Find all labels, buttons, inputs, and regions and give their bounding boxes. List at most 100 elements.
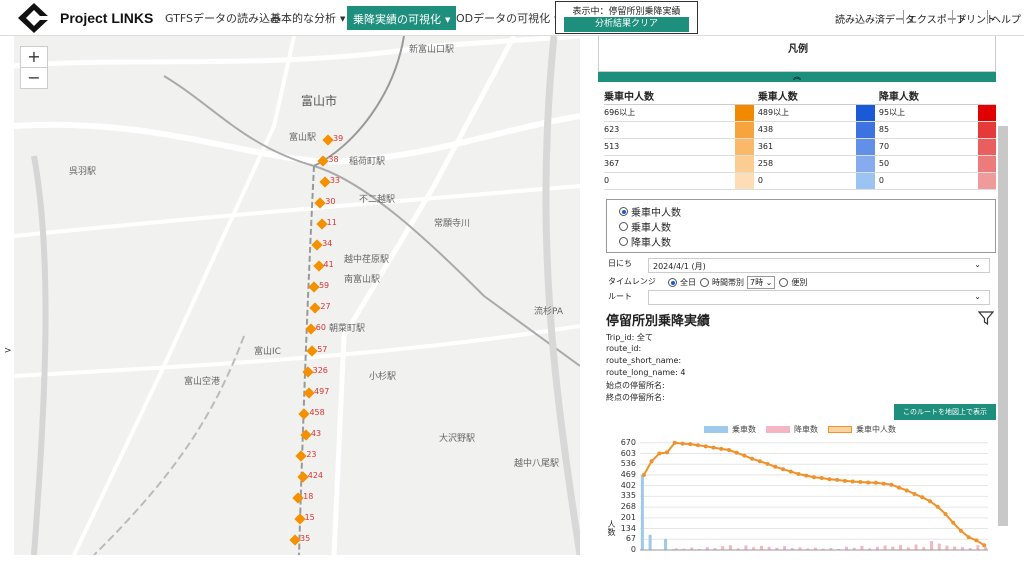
bar-alight[interactable] xyxy=(953,546,957,550)
point-on-board[interactable] xyxy=(873,480,878,485)
bar-alight[interactable] xyxy=(860,545,864,550)
point-on-board[interactable] xyxy=(781,467,786,472)
bar-board[interactable] xyxy=(640,474,644,550)
chevron-right-icon[interactable]: > xyxy=(4,346,12,356)
point-on-board[interactable] xyxy=(711,445,716,450)
point-on-board[interactable] xyxy=(881,481,886,486)
point-on-board[interactable] xyxy=(688,442,693,447)
print-link[interactable]: プリント xyxy=(956,11,996,26)
route-select[interactable]: ⌄ xyxy=(648,290,990,305)
point-on-board[interactable] xyxy=(842,478,847,483)
timerange-trip[interactable]: 便別 xyxy=(791,277,807,288)
point-on-board[interactable] xyxy=(649,459,654,464)
radio-option-board[interactable]: 乗車人数 xyxy=(619,219,983,234)
point-on-board[interactable] xyxy=(982,543,987,548)
point-on-board[interactable] xyxy=(827,477,832,482)
point-on-board[interactable] xyxy=(703,444,708,449)
zoom-in-button[interactable]: + xyxy=(20,46,48,68)
panel-scrollbar[interactable] xyxy=(998,126,1008,526)
bar-alight[interactable] xyxy=(883,545,887,550)
bar-alight[interactable] xyxy=(728,545,732,550)
nav-basic-analysis[interactable]: 基本的な分析 ▼ xyxy=(270,10,345,26)
trip-id-text: Trip_id: 全て xyxy=(606,333,653,342)
nav-ridership-visualization[interactable]: 乗降実績の可視化 ▼ xyxy=(347,6,457,30)
point-on-board[interactable] xyxy=(928,499,932,504)
point-on-board[interactable] xyxy=(920,495,925,500)
show-route-on-map-button[interactable]: このルートを地図上で表示 xyxy=(894,404,996,420)
bar-board[interactable] xyxy=(664,538,668,550)
nav-od-visualization[interactable]: ODデータの可視化▼ xyxy=(456,10,560,26)
bus-stop-label: 23 xyxy=(306,449,317,459)
point-on-board[interactable] xyxy=(935,504,940,509)
point-on-board[interactable] xyxy=(904,488,909,493)
legend-row: 623 438 85 xyxy=(604,121,996,139)
point-on-board[interactable] xyxy=(966,535,971,540)
point-on-board[interactable] xyxy=(742,453,747,458)
clear-results-button[interactable]: 分析結果クリア xyxy=(564,17,689,32)
radio-option-alight[interactable]: 降車人数 xyxy=(619,234,983,249)
legend-color-swatch xyxy=(856,138,875,156)
help-link[interactable]: ヘルプ xyxy=(991,11,1021,26)
point-on-board[interactable] xyxy=(641,472,646,477)
map-place-label: 越中八尾駅 xyxy=(514,459,560,469)
point-on-board[interactable] xyxy=(835,477,840,482)
bar-alight[interactable] xyxy=(914,544,918,550)
bar-board[interactable] xyxy=(648,534,652,550)
zoom-out-button[interactable]: − xyxy=(20,67,48,89)
point-on-board[interactable] xyxy=(765,461,770,466)
point-on-board[interactable] xyxy=(672,440,677,445)
bar-alight[interactable] xyxy=(976,545,980,550)
date-select[interactable]: 2024/4/1 (月) ⌄ xyxy=(648,258,990,273)
timerange-all[interactable]: 全日 xyxy=(680,277,696,288)
bar-alight[interactable] xyxy=(945,545,949,550)
bar-alight[interactable] xyxy=(899,545,903,550)
bar-alight[interactable] xyxy=(744,545,748,550)
point-on-board[interactable] xyxy=(974,538,979,543)
point-on-board[interactable] xyxy=(696,443,700,448)
legend-value-board: 438 xyxy=(753,121,857,139)
point-on-board[interactable] xyxy=(750,456,755,461)
legend-collapse-button[interactable]: ︽ xyxy=(598,72,996,82)
map-place-label: 不二越駅 xyxy=(359,195,396,205)
point-on-board[interactable] xyxy=(757,459,762,464)
point-on-board[interactable] xyxy=(773,464,778,469)
map-place-label: 稲荷町駅 xyxy=(349,157,386,167)
point-on-board[interactable] xyxy=(858,480,863,484)
hour-select[interactable]: 7時 ⌄ xyxy=(747,276,776,289)
point-on-board[interactable] xyxy=(734,450,739,455)
point-on-board[interactable] xyxy=(726,448,731,452)
timerange-hourly[interactable]: 時間帯別 xyxy=(712,277,744,288)
point-on-board[interactable] xyxy=(819,476,824,480)
filter-icon[interactable] xyxy=(978,310,994,326)
radio-icon xyxy=(619,222,628,231)
point-on-board[interactable] xyxy=(943,512,948,516)
bar-alight[interactable] xyxy=(721,546,725,550)
point-on-board[interactable] xyxy=(850,479,855,484)
radio-icon[interactable] xyxy=(779,278,789,287)
radio-icon[interactable] xyxy=(700,278,709,287)
bar-alight[interactable] xyxy=(759,545,763,550)
point-on-board[interactable] xyxy=(912,492,917,496)
radio-option-on-board[interactable]: 乗車中人数 xyxy=(619,204,983,219)
map-view[interactable]: + − 富山市 富山駅 稲荷町駅 不二越駅 越中荏原駅 南富山駅 朝菜町駅 小杉… xyxy=(14,36,580,555)
point-on-board[interactable] xyxy=(680,441,685,446)
bus-stop-label: 41 xyxy=(323,260,334,270)
bar-alight[interactable] xyxy=(937,543,941,550)
point-on-board[interactable] xyxy=(951,520,956,525)
bar-alight[interactable] xyxy=(891,546,895,550)
point-on-board[interactable] xyxy=(804,473,809,478)
bar-alight[interactable] xyxy=(783,546,787,550)
point-on-board[interactable] xyxy=(897,485,902,490)
point-on-board[interactable] xyxy=(889,482,894,487)
point-on-board[interactable] xyxy=(788,469,793,474)
point-on-board[interactable] xyxy=(866,480,871,485)
point-on-board[interactable] xyxy=(958,528,963,533)
radio-selected-icon[interactable] xyxy=(668,278,677,287)
point-on-board[interactable] xyxy=(796,472,801,476)
nav-gtfs-load[interactable]: GTFSデータの読み込み xyxy=(165,10,281,26)
bar-alight[interactable] xyxy=(930,541,933,550)
point-on-board[interactable] xyxy=(812,475,816,480)
point-on-board[interactable] xyxy=(665,450,670,455)
point-on-board[interactable] xyxy=(657,451,662,456)
point-on-board[interactable] xyxy=(719,446,724,451)
